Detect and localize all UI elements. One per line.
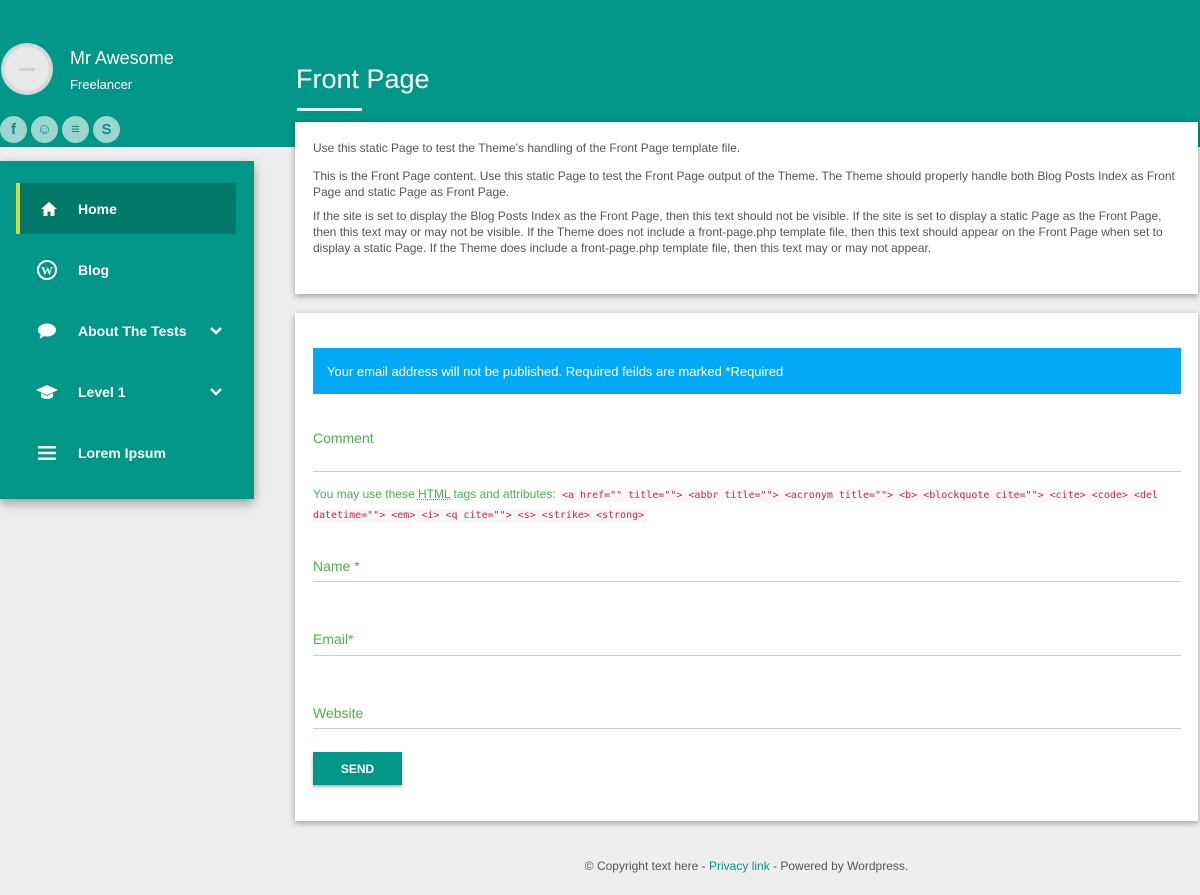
content-paragraph: Use this static Page to test the Theme’s… xyxy=(313,141,741,155)
sidebar-item-label: Home xyxy=(78,200,117,217)
website-label: Website xyxy=(313,705,364,721)
svg-text:W: W xyxy=(41,263,53,277)
notice-banner: Your email address will not be published… xyxy=(313,348,1181,394)
github-icon[interactable]: ☺ xyxy=(31,116,58,143)
send-button[interactable]: SEND xyxy=(313,752,402,785)
profile-name: Mr Awesome xyxy=(70,48,174,68)
html-abbr: HTML xyxy=(417,487,451,501)
wordpress-icon: W xyxy=(16,259,78,280)
sidebar-item-lorem-ipsum[interactable]: Lorem Ipsum xyxy=(16,427,236,478)
home-icon xyxy=(20,201,78,217)
comment-form-card: Your email address will not be published… xyxy=(295,313,1198,821)
privacy-link[interactable]: Privacy link xyxy=(709,859,770,873)
chevron-down-icon[interactable] xyxy=(196,384,236,400)
avatar[interactable] xyxy=(2,44,52,94)
sidebar-item-home[interactable]: Home xyxy=(16,183,236,234)
page-title: Front Page xyxy=(296,64,430,94)
sidebar: Home W Blog About The Tests Level 1 Lore… xyxy=(0,161,254,499)
sidebar-item-blog[interactable]: W Blog xyxy=(16,244,236,295)
name-field[interactable] xyxy=(313,581,1181,582)
graduation-cap-icon xyxy=(16,383,78,401)
allowed-tags-note: You may use these HTML tags and attribut… xyxy=(313,485,1183,525)
menu-icon xyxy=(16,445,78,460)
email-field[interactable] xyxy=(313,655,1181,656)
content-paragraph: If the site is set to display the Blog P… xyxy=(313,209,1163,255)
allowed-tags-suffix: tags and attributes: xyxy=(453,487,556,501)
stackoverflow-icon[interactable]: ≡ xyxy=(62,116,89,143)
profile-role: Freelancer xyxy=(70,77,133,92)
sidebar-item-label: About The Tests xyxy=(78,322,187,339)
sidebar-item-label: Lorem Ipsum xyxy=(78,444,166,461)
sidebar-item-about-the-tests[interactable]: About The Tests xyxy=(16,305,236,356)
powered-text: - Powered by Wordpress. xyxy=(769,859,909,873)
name-label: Name * xyxy=(313,558,360,574)
comment-icon xyxy=(16,322,78,340)
facebook-icon[interactable]: f xyxy=(0,116,27,143)
content-card: Use this static Page to test the Theme’s… xyxy=(295,122,1198,294)
allowed-tags-prefix: You may use these xyxy=(313,487,415,501)
copyright-text: © Copyright text here - xyxy=(584,859,710,873)
chevron-down-icon[interactable] xyxy=(196,323,236,339)
title-underline xyxy=(297,108,362,111)
sidebar-item-label: Blog xyxy=(78,261,110,278)
sidebar-item-level-1[interactable]: Level 1 xyxy=(16,366,236,417)
social-links: f ☺ ≡ S xyxy=(0,116,120,143)
website-field[interactable] xyxy=(313,728,1181,729)
skype-icon[interactable]: S xyxy=(93,116,120,143)
footer: © Copyright text here - Privacy link - P… xyxy=(295,859,1198,873)
sidebar-item-label: Level 1 xyxy=(78,383,126,400)
email-label: Email* xyxy=(313,631,354,647)
comment-label: Comment xyxy=(313,430,374,446)
comment-field[interactable] xyxy=(313,471,1181,472)
content-paragraph: This is the Front Page content. Use this… xyxy=(313,169,1175,199)
